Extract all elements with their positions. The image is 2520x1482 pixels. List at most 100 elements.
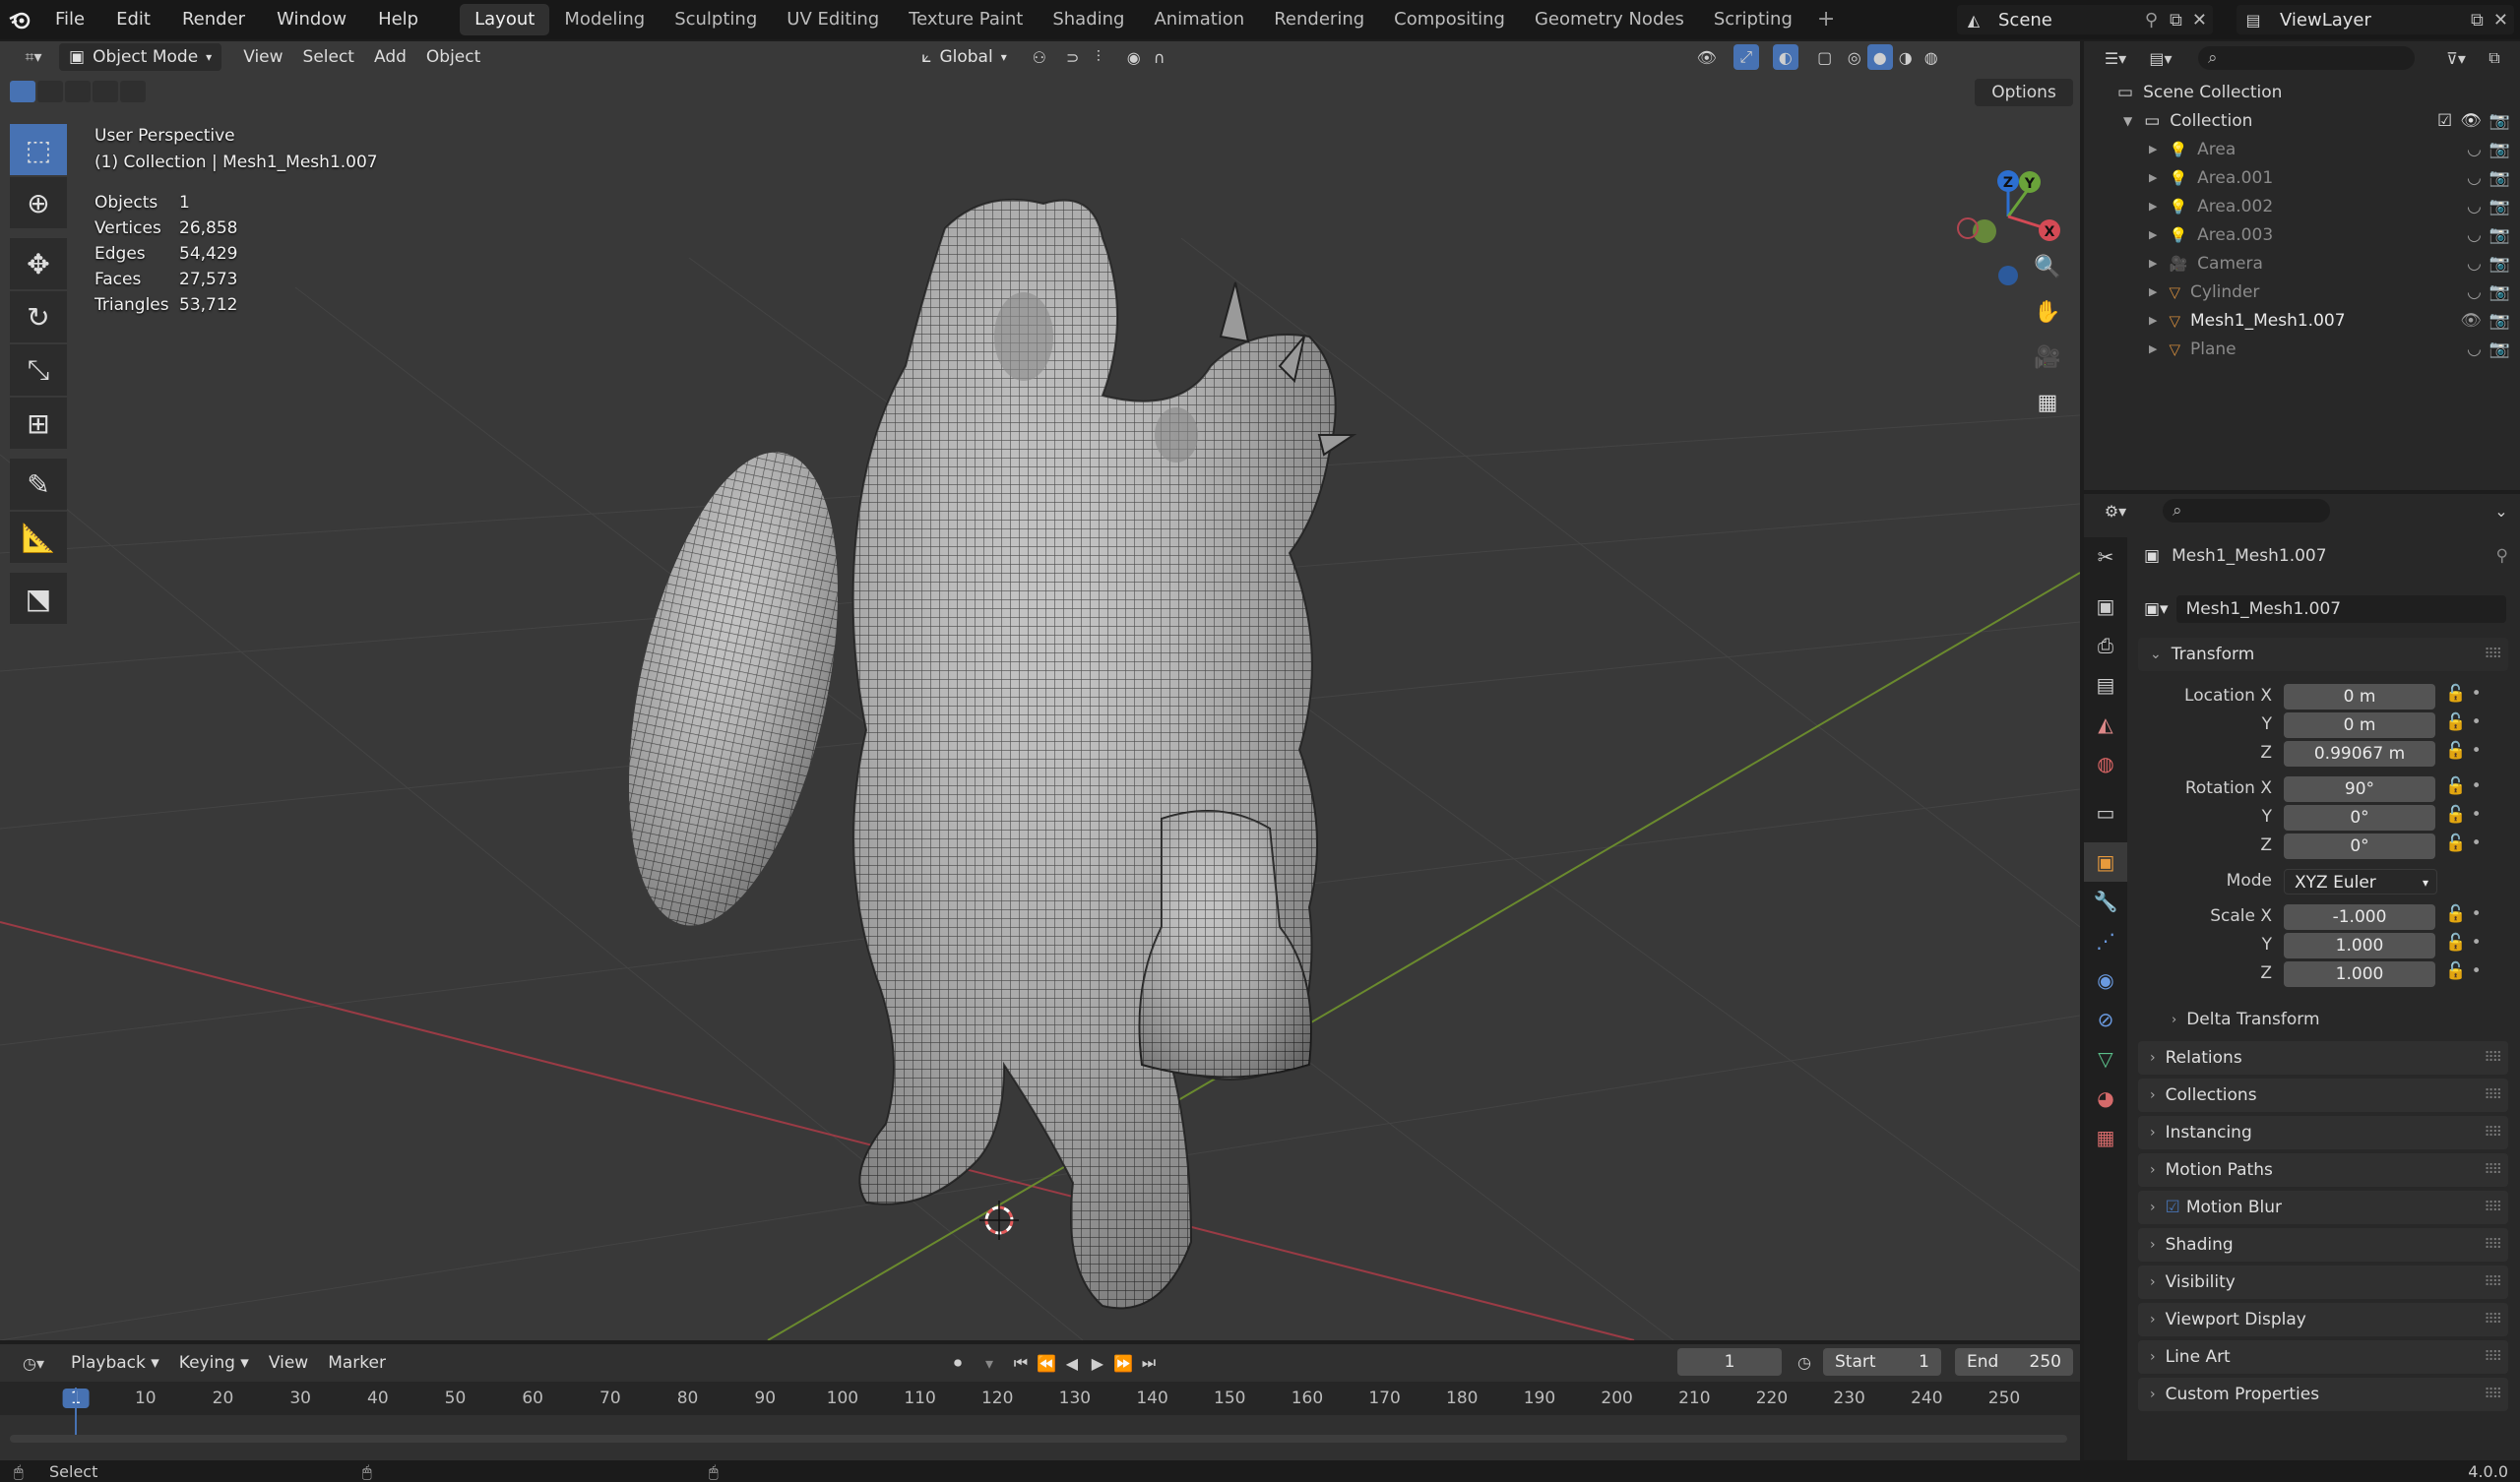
panel-header[interactable]: › Shading ⠿⠿ <box>2138 1228 2508 1262</box>
render-camera-icon[interactable]: 📷 <box>2489 111 2510 131</box>
lock-icon[interactable]: 🔓 • <box>2445 805 2485 834</box>
options-button[interactable]: Options <box>1975 79 2073 106</box>
chevron-down-icon[interactable]: ⌄ <box>2488 498 2514 524</box>
panel-header[interactable]: › Relations ⠿⠿ <box>2138 1041 2508 1075</box>
delta-transform-subpanel[interactable]: › Delta Transform <box>2172 1010 2320 1029</box>
transform-tool-icon[interactable]: ⊞ <box>10 398 67 449</box>
rendered-shading-icon[interactable]: ◍ <box>1919 44 1944 70</box>
menu-edit[interactable]: Edit <box>100 0 166 39</box>
annotate-tool-icon[interactable]: ✎ <box>10 459 67 510</box>
camera-view-icon[interactable]: 🎥 <box>2029 339 2066 376</box>
add-workspace-button[interactable]: + <box>1807 4 1845 35</box>
drag-handle-icon[interactable]: ⠿⠿ <box>2484 1200 2501 1215</box>
scale-tool-icon[interactable]: ⤡ <box>10 344 67 396</box>
cursor-tool-icon[interactable]: ⊕ <box>10 177 67 228</box>
outliner-item[interactable]: ▶ ▽ Cylinder ◡ 📷 <box>2084 278 2520 306</box>
menu-window[interactable]: Window <box>261 0 362 39</box>
lock-icon[interactable]: 🔓 • <box>2445 933 2485 961</box>
data-tab-icon[interactable]: ▽ <box>2084 1039 2127 1079</box>
eye-icon[interactable]: 👁 <box>2460 111 2482 131</box>
expand-arrow-icon[interactable]: ▶ <box>2149 143 2157 155</box>
tab-modeling[interactable]: Modeling <box>549 4 660 35</box>
panel-header[interactable]: › ☑ Motion Blur ⠿⠿ <box>2138 1191 2508 1224</box>
jump-start-icon[interactable]: ⏮ <box>1008 1350 1034 1376</box>
new-scene-icon[interactable]: ⧉ <box>2170 10 2182 31</box>
drag-handle-icon[interactable]: ⠿⠿ <box>2484 647 2501 662</box>
jump-end-icon[interactable]: ⏭ <box>1136 1350 1162 1376</box>
display-mode-icon[interactable]: ▤▾ <box>2143 45 2178 71</box>
mode-dropdown[interactable]: ▣ Object Mode ▾ <box>59 43 222 71</box>
checkbox-icon[interactable]: ☑ <box>2437 111 2452 131</box>
start-frame-field[interactable]: Start 1 <box>1823 1348 1941 1376</box>
tab-animation[interactable]: Animation <box>1139 4 1259 35</box>
character-mesh[interactable] <box>592 198 1357 1310</box>
wireframe-shading-icon[interactable]: ◎ <box>1842 44 1867 70</box>
snap-target-icon[interactable]: ⫶ <box>1086 44 1111 70</box>
select-invert-icon[interactable] <box>93 81 118 102</box>
overlays-icon[interactable]: ◐ <box>1772 44 1798 70</box>
object-type-dropdown-icon[interactable]: ▣▾ <box>2144 599 2169 619</box>
proportional-edit-icon[interactable]: ◉ <box>1121 44 1147 70</box>
remove-view-layer-icon[interactable]: ✕ <box>2493 10 2508 31</box>
eye-icon[interactable]: 👁 <box>2460 311 2482 331</box>
menu-keying[interactable]: Keying ▾ <box>169 1349 259 1377</box>
scale-y-field[interactable]: 1.000 <box>2284 933 2435 958</box>
expand-arrow-icon[interactable]: ▶ <box>2149 285 2157 298</box>
lock-icon[interactable]: 🔓 • <box>2445 834 2485 869</box>
menu-object[interactable]: Object <box>416 43 490 71</box>
outliner-item[interactable]: ▶ 💡 Area.001 ◡ 📷 <box>2084 163 2520 192</box>
drag-handle-icon[interactable]: ⠿⠿ <box>2484 1349 2501 1365</box>
scene-tab-icon[interactable]: ◭ <box>2084 705 2127 744</box>
new-collection-icon[interactable]: ⧉ <box>2482 45 2507 71</box>
clock-icon[interactable]: ◷ <box>1792 1349 1817 1375</box>
properties-search-input[interactable]: ⌕ <box>2163 499 2330 523</box>
render-camera-icon[interactable]: 📷 <box>2489 282 2510 302</box>
eye-closed-icon[interactable]: ◡ <box>2467 225 2482 245</box>
lock-icon[interactable]: 🔓 • <box>2445 961 2485 990</box>
panel-header[interactable]: › Viewport Display ⠿⠿ <box>2138 1303 2508 1336</box>
filter-icon[interactable]: ⊽▾ <box>2438 45 2474 71</box>
lock-icon[interactable]: 🔓 • <box>2445 904 2485 933</box>
collection-tab-icon[interactable]: ▭ <box>2084 793 2127 833</box>
remove-scene-icon[interactable]: ✕ <box>2192 10 2207 31</box>
expand-arrow-icon[interactable]: ▶ <box>2149 200 2157 213</box>
editor-type-icon[interactable]: ⚙▾ <box>2098 498 2133 524</box>
playhead[interactable] <box>75 1388 77 1435</box>
menu-marker[interactable]: Marker <box>318 1349 396 1377</box>
3d-viewport[interactable]: Z Y X <box>0 41 2080 1340</box>
tab-scripting[interactable]: Scripting <box>1699 4 1807 35</box>
scene-selector[interactable]: ◭ Scene ⚲ ⧉ ✕ <box>1957 5 2213 34</box>
perspective-toggle-icon[interactable]: ▦ <box>2029 384 2066 421</box>
gizmo-toggle-icon[interactable]: ⤢ <box>1732 44 1759 70</box>
lock-icon[interactable]: 🔓 • <box>2445 712 2485 741</box>
move-tool-icon[interactable]: ✥ <box>10 238 67 289</box>
expand-arrow-icon[interactable]: ▶ <box>2149 257 2157 270</box>
menu-help[interactable]: Help <box>362 0 434 39</box>
outliner-item[interactable]: ▶ 💡 Area ◡ 📷 <box>2084 135 2520 163</box>
render-camera-icon[interactable]: 📷 <box>2489 140 2510 159</box>
select-box-tool-icon[interactable]: ⬚ <box>10 124 67 175</box>
drag-handle-icon[interactable]: ⠿⠿ <box>2484 1125 2501 1141</box>
eye-closed-icon[interactable]: ◡ <box>2467 140 2482 159</box>
record-icon[interactable]: ⏺ <box>945 1350 971 1376</box>
outliner-search-input[interactable]: ⌕ <box>2198 46 2415 70</box>
select-subtract-icon[interactable] <box>65 81 91 102</box>
drag-handle-icon[interactable]: ⠿⠿ <box>2484 1274 2501 1290</box>
expand-arrow-icon[interactable]: ▶ <box>2149 342 2157 355</box>
drag-handle-icon[interactable]: ⠿⠿ <box>2484 1237 2501 1253</box>
editor-type-icon[interactable]: ⌗▾ <box>14 44 53 70</box>
pan-hand-icon[interactable]: ✋ <box>2029 293 2066 331</box>
menu-file[interactable]: File <box>39 0 100 39</box>
texture-tab-icon[interactable]: ▦ <box>2084 1118 2127 1157</box>
render-camera-icon[interactable]: 📷 <box>2489 225 2510 245</box>
outliner-scene-collection[interactable]: ▭ Scene Collection <box>2084 78 2520 106</box>
material-shading-icon[interactable]: ◑ <box>1893 44 1919 70</box>
current-frame-field[interactable]: 1 <box>1677 1348 1782 1376</box>
menu-view[interactable]: View <box>259 1349 318 1377</box>
eye-closed-icon[interactable]: ◡ <box>2467 254 2482 274</box>
play-reverse-icon[interactable]: ◀ <box>1059 1350 1085 1376</box>
lock-icon[interactable]: 🔓 • <box>2445 741 2485 776</box>
outliner-item[interactable]: ▶ 🎥 Camera ◡ 📷 <box>2084 249 2520 278</box>
output-tab-icon[interactable]: ⎙ <box>2084 626 2127 665</box>
pivot-icon[interactable]: ⚇ <box>1027 44 1052 70</box>
